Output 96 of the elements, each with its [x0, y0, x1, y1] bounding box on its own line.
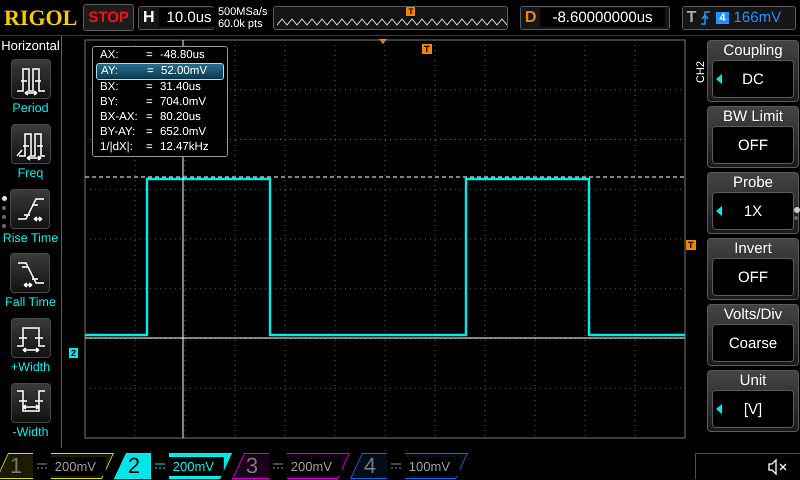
trigger-source: 4	[716, 12, 729, 24]
cursor-readout-row[interactable]: AX: = -48.80us	[96, 48, 224, 63]
brand-logo: RIGOL	[4, 4, 78, 30]
menu-value: 1X	[744, 202, 762, 220]
muted-speaker-icon[interactable]	[768, 458, 788, 474]
memory-depth: 60.0k pts	[218, 18, 264, 30]
measure-button[interactable]	[10, 124, 50, 164]
channel-scale: 200mV	[287, 456, 342, 476]
cursor-value: -48.80us	[160, 48, 206, 63]
measure-label: Fall Time	[5, 295, 56, 310]
cursor-value: 80.20us	[160, 110, 202, 125]
measure-button[interactable]	[10, 188, 50, 229]
measure-label: Rise Time	[2, 230, 58, 245]
channel-number: 4	[362, 453, 378, 479]
cursor-label: AY:	[101, 64, 120, 79]
menu-value: OFF	[738, 268, 768, 286]
menu-title: Horizontal	[1, 38, 60, 53]
measure-button[interactable]	[10, 318, 50, 358]
channel-scale: 200mV	[169, 456, 224, 476]
equals-sign: =	[146, 95, 154, 110]
cursor-value: 12.47kHz	[160, 140, 210, 155]
cursor-label: BX-AX:	[100, 110, 139, 125]
menu-value-field[interactable]: 1X	[712, 192, 794, 230]
equals-sign: =	[146, 80, 154, 95]
menu-title: Unit	[740, 371, 766, 390]
equals-sign: =	[146, 125, 154, 140]
channel-scale: 200mV	[51, 456, 106, 476]
cursor-label: AX:	[100, 48, 120, 63]
cursor-label: BX:	[100, 80, 120, 95]
trigger-position-marker: T	[422, 44, 432, 54]
channel-marker: 2	[69, 348, 78, 358]
menu-button[interactable]: Unit [V]	[707, 370, 799, 432]
rising-edge-icon	[701, 10, 712, 24]
delay-label: D	[524, 8, 536, 26]
delay-value: -8.60000000us	[540, 8, 665, 27]
channel-tab[interactable]: 2 200mV	[114, 453, 232, 479]
cursor-readout-row[interactable]: 1/|dX|: = 12.47kHz	[96, 140, 224, 155]
menu-value-field[interactable]: OFF	[712, 258, 794, 296]
cursor-label: BY:	[100, 95, 119, 110]
menu-button[interactable]: BW Limit OFF	[707, 106, 799, 168]
cursor-label: 1/|dX|:	[100, 140, 134, 155]
equals-sign: =	[147, 64, 155, 79]
menu-button[interactable]: Coupling DC	[707, 40, 799, 102]
channel-number: 3	[244, 453, 260, 479]
menu-value-field[interactable]: [V]	[712, 390, 794, 428]
equals-sign: =	[146, 140, 154, 155]
measure-button[interactable]	[10, 59, 50, 99]
menu-title: Volts/Div	[724, 305, 782, 324]
measure-label: +Width	[10, 360, 50, 374]
trigger-level-marker: T	[686, 240, 696, 250]
trigger-position-icon	[379, 39, 387, 44]
channel-number: 2	[126, 453, 142, 479]
menu-value-field[interactable]: OFF	[712, 126, 794, 164]
cursor-value: 31.40us	[160, 80, 202, 95]
cursor-readout-row[interactable]: BX-AX: = 80.20us	[96, 110, 224, 125]
channel-number: 1	[8, 453, 24, 479]
trigger-level: 166mV	[734, 9, 782, 26]
cursor-readout-row[interactable]: BY: = 704.0mV	[96, 95, 224, 110]
equals-sign: =	[146, 110, 154, 125]
cursor-readout-row[interactable]: AY: = 52.00mV	[96, 63, 224, 80]
menu-value-field[interactable]: DC	[712, 60, 794, 98]
measure-label: Period	[12, 101, 49, 115]
equals-sign: =	[146, 48, 154, 63]
menu-title: Probe	[732, 173, 774, 192]
measure-button[interactable]	[10, 253, 50, 294]
measure-label: Freq	[18, 166, 44, 180]
channel-label: CH2	[695, 61, 707, 83]
trigger-label: T	[686, 8, 696, 26]
menu-value: Coarse	[728, 334, 778, 352]
channel-tab[interactable]: 4 100mV	[350, 453, 468, 479]
cursor-value: 704.0mV	[160, 95, 208, 110]
menu-value-field[interactable]: Coarse	[712, 324, 794, 362]
channel-scale: 100mV	[405, 456, 460, 476]
cursor-label: BY-AY:	[100, 125, 136, 140]
cursor-readout-row[interactable]: BY-AY: = 652.0mV	[96, 125, 224, 140]
menu-title: Coupling	[723, 41, 783, 60]
channel-tab[interactable]: 3 200mV	[232, 453, 350, 479]
menu-title: Invert	[734, 239, 772, 258]
measure-button[interactable]	[10, 383, 50, 424]
channel-tab[interactable]: 1 200mV	[0, 453, 114, 479]
sample-rate: 500MSa/s	[218, 6, 268, 18]
timeline-wave-icon	[277, 16, 508, 26]
run-stop-button[interactable]: STOP	[83, 4, 134, 31]
horizontal-label: H	[142, 8, 154, 26]
trigger-position-marker: T	[406, 6, 416, 16]
menu-title: BW Limit	[723, 107, 783, 126]
menu-value: [V]	[744, 400, 762, 418]
menu-button[interactable]: Probe 1X	[707, 172, 799, 234]
menu-value: DC	[742, 70, 764, 88]
menu-value: OFF	[738, 136, 768, 154]
cursor-readout-row[interactable]: BX: = 31.40us	[96, 80, 224, 95]
measure-label: -Width	[12, 425, 49, 440]
menu-button[interactable]: Invert OFF	[707, 238, 799, 300]
menu-button[interactable]: Volts/Div Coarse	[707, 304, 799, 366]
cursor-value: 652.0mV	[160, 125, 208, 140]
cursor-value: 52.00mV	[161, 64, 208, 79]
